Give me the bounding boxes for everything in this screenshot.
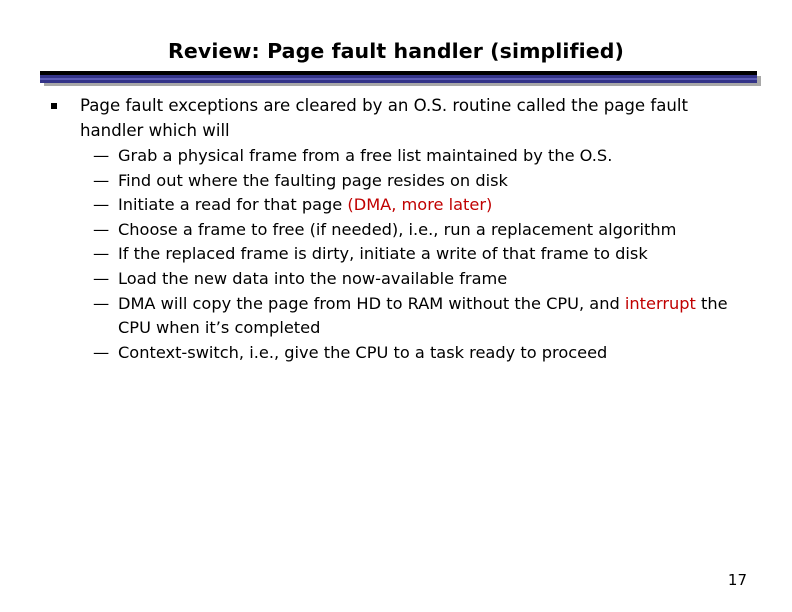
bullet-level1-text: Page fault exceptions are cleared by an … bbox=[80, 96, 689, 140]
bullet-item-level2: — Context-switch, i.e., give the CPU to a… bbox=[0, 341, 792, 366]
bullet-level2-text: Grab a physical frame from a free list m… bbox=[118, 146, 613, 165]
bullet-level2-text: Find out where the faulting page resides… bbox=[118, 170, 508, 190]
title-divider bbox=[40, 71, 761, 87]
em-dash-bullet-icon: — bbox=[93, 146, 110, 165]
page-number: 17 bbox=[727, 571, 747, 589]
bullet-item-level2: — Initiate a read for that page (DMA, mor… bbox=[0, 193, 792, 218]
highlighted-text: (DMA, more later) bbox=[347, 195, 493, 215]
bullet-item-level2: — Choose a frame to free (if needed), i.e… bbox=[0, 218, 792, 243]
bullet-item-level2: — Load the new data into the now-availabl… bbox=[0, 267, 792, 292]
bullet-item-level2: — DMA will copy the page from HD to RAM w… bbox=[0, 292, 792, 341]
highlighted-text: interrupt bbox=[624, 293, 696, 313]
em-dash-bullet-icon: — bbox=[93, 342, 110, 362]
bullet-level2-text: Initiate a read for that page bbox=[118, 195, 348, 215]
bullet-level2-text: DMA will copy the page from HD to RAM wi… bbox=[118, 293, 625, 313]
em-dash-bullet-icon: — bbox=[93, 268, 110, 288]
square-bullet-icon bbox=[51, 94, 57, 119]
bullet-item-level1: Page fault exceptions are cleared by an … bbox=[0, 94, 792, 143]
em-dash-bullet-icon: — bbox=[93, 195, 110, 215]
slide-body: Page fault exceptions are cleared by an … bbox=[0, 94, 792, 365]
bullet-item-level2: — Find out where the faulting page reside… bbox=[0, 169, 792, 194]
bullet-level2-text: If the replaced frame is dirty, initiate… bbox=[118, 244, 648, 264]
divider-bar bbox=[40, 71, 757, 83]
em-dash-bullet-icon: — bbox=[93, 170, 110, 190]
divider-stripe bbox=[40, 78, 757, 80]
bullet-level2-text: Choose a frame to free (if needed), i.e.… bbox=[118, 219, 677, 239]
bullet-level2-text: Load the new data into the now-available… bbox=[118, 268, 508, 288]
em-dash-bullet-icon: — bbox=[93, 219, 110, 239]
bullet-level2-text: Context-switch, i.e., give the CPU to a … bbox=[118, 342, 608, 362]
sub-bullet-list: — Grab a physical frame from a free list … bbox=[0, 144, 792, 365]
bullet-item-level2: — If the replaced frame is dirty, initiat… bbox=[0, 242, 792, 267]
em-dash-bullet-icon: — bbox=[93, 293, 110, 313]
slide: Review: Page fault handler (simplified) … bbox=[0, 0, 792, 612]
bullet-item-level2: — Grab a physical frame from a free list … bbox=[0, 144, 792, 169]
page-title: Review: Page fault handler (simplified) bbox=[168, 39, 624, 63]
em-dash-bullet-icon: — bbox=[93, 244, 110, 264]
